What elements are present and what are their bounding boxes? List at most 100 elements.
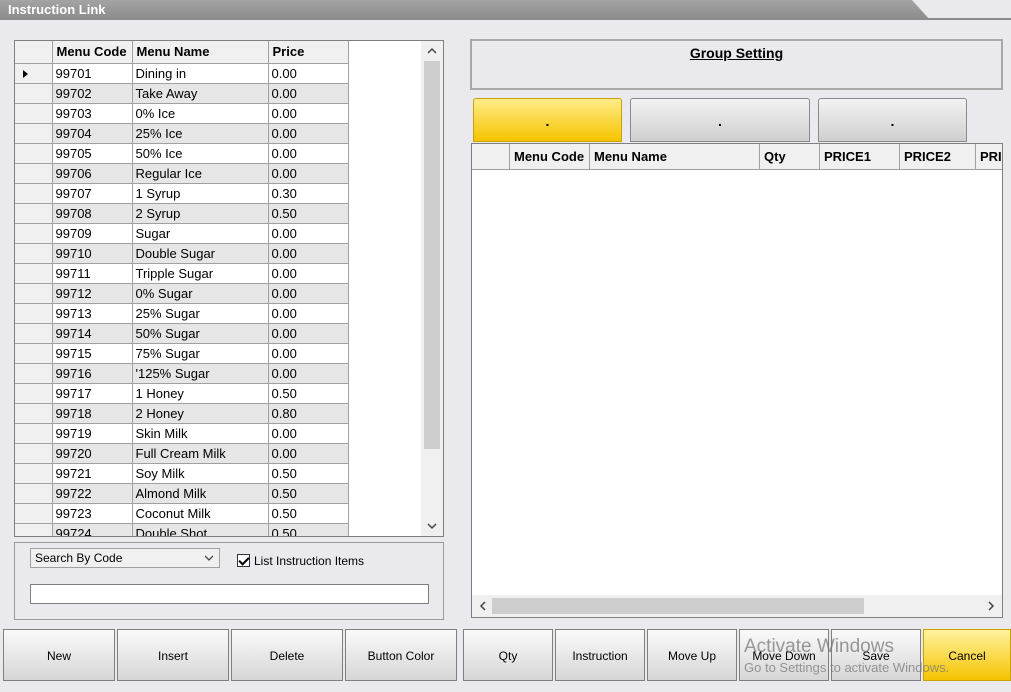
cell-menu-name[interactable]: Soy Milk (132, 463, 269, 484)
chevron-left-icon[interactable] (474, 598, 492, 614)
table-row[interactable]: 99713 25% Sugar 0.00 (15, 303, 349, 324)
row-header[interactable] (15, 103, 53, 124)
table-row[interactable]: 99708 2 Syrup 0.50 (15, 203, 349, 224)
cell-menu-code[interactable]: 99719 (52, 423, 133, 444)
scrollbar-thumb[interactable] (424, 61, 440, 449)
row-header[interactable] (15, 63, 53, 84)
cell-menu-code[interactable]: 99721 (52, 463, 133, 484)
cell-menu-name[interactable]: 0% Sugar (132, 283, 269, 304)
group-col-qty[interactable]: Qty (760, 144, 820, 170)
cell-price[interactable]: 0.50 (268, 203, 349, 224)
cell-menu-code[interactable]: 99703 (52, 103, 133, 124)
group-col-menu-code[interactable]: Menu Code (510, 144, 590, 170)
vertical-scrollbar[interactable] (421, 41, 443, 536)
search-mode-select[interactable]: Search By Code (30, 548, 220, 568)
cell-menu-code[interactable]: 99704 (52, 123, 133, 144)
row-header[interactable] (15, 303, 53, 324)
row-header[interactable] (15, 403, 53, 424)
table-row[interactable]: 99716'125% Sugar 0.00 (15, 363, 349, 384)
chevron-up-icon[interactable] (421, 42, 443, 60)
row-header[interactable] (15, 463, 53, 484)
cell-price[interactable]: 0.50 (268, 463, 349, 484)
cell-price[interactable]: 0.00 (268, 423, 349, 444)
col-header-price[interactable]: Price (268, 41, 349, 64)
search-input[interactable] (30, 584, 429, 604)
cell-menu-name[interactable]: 0% Ice (132, 103, 269, 124)
cell-price[interactable]: 0.00 (268, 83, 349, 104)
table-row[interactable]: 99724 Double Shot 0.50 (15, 523, 349, 536)
cell-menu-code[interactable]: 99722 (52, 483, 133, 504)
cell-menu-code[interactable]: 99710 (52, 243, 133, 264)
cell-menu-name[interactable]: 1 Honey (132, 383, 269, 404)
group-col-price3[interactable]: PRI (976, 144, 1002, 170)
table-row[interactable]: 99723 Coconut Milk 0.50 (15, 503, 349, 524)
delete-button[interactable]: Delete (231, 629, 343, 681)
cell-price[interactable]: 0.50 (268, 503, 349, 524)
cell-menu-name[interactable]: Double Shot (132, 523, 269, 536)
row-header[interactable] (15, 163, 53, 184)
cell-menu-name[interactable]: Double Sugar (132, 243, 269, 264)
table-row[interactable]: 99710 Double Sugar 0.00 (15, 243, 349, 264)
row-header[interactable] (15, 123, 53, 144)
cell-menu-code[interactable]: 99712 (52, 283, 133, 304)
cell-price[interactable]: 0.50 (268, 523, 349, 536)
move-down-button[interactable]: Move Down (739, 629, 829, 681)
button-color-button[interactable]: Button Color (345, 629, 457, 681)
cell-menu-code[interactable]: 99723 (52, 503, 133, 524)
group-tab-2[interactable]: . (630, 98, 810, 142)
row-header[interactable] (15, 183, 53, 204)
row-header[interactable] (15, 143, 53, 164)
table-row[interactable]: 99709 Sugar 0.00 (15, 223, 349, 244)
cell-menu-code[interactable]: 99718 (52, 403, 133, 424)
table-row[interactable]: 99707 1 Syrup 0.30 (15, 183, 349, 204)
cell-menu-name[interactable]: Skin Milk (132, 423, 269, 444)
table-row[interactable]: 99721 Soy Milk 0.50 (15, 463, 349, 484)
cell-menu-name[interactable]: Almond Milk (132, 483, 269, 504)
row-header[interactable] (15, 323, 53, 344)
instruction-grid[interactable]: Menu Code Menu Name Price 99701 Dining in… (14, 40, 444, 537)
cell-menu-code[interactable]: 99708 (52, 203, 133, 224)
table-row[interactable]: 99705 50% Ice 0.00 (15, 143, 349, 164)
cell-menu-name[interactable]: 2 Syrup (132, 203, 269, 224)
cell-price[interactable]: 0.00 (268, 303, 349, 324)
row-header[interactable] (15, 363, 53, 384)
col-header-menu-name[interactable]: Menu Name (132, 41, 269, 64)
table-row[interactable]: 99712 0% Sugar 0.00 (15, 283, 349, 304)
group-tab-3[interactable]: . (818, 98, 967, 142)
list-instruction-checkbox[interactable] (237, 554, 250, 567)
cell-price[interactable]: 0.00 (268, 223, 349, 244)
row-header[interactable] (15, 223, 53, 244)
cell-menu-name[interactable]: 50% Sugar (132, 323, 269, 344)
cell-price[interactable]: 0.50 (268, 483, 349, 504)
cell-price[interactable]: 0.80 (268, 403, 349, 424)
cell-price[interactable]: 0.50 (268, 383, 349, 404)
cell-menu-name[interactable]: Dining in (132, 63, 269, 84)
cell-price[interactable]: 0.00 (268, 323, 349, 344)
table-row[interactable]: 99719 Skin Milk 0.00 (15, 423, 349, 444)
group-col-menu-name[interactable]: Menu Name (590, 144, 760, 170)
cell-menu-code[interactable]: 99724 (52, 523, 133, 536)
cell-menu-code[interactable]: 99709 (52, 223, 133, 244)
move-up-button[interactable]: Move Up (647, 629, 737, 681)
row-header[interactable] (15, 263, 53, 284)
cell-menu-code[interactable]: 99720 (52, 443, 133, 464)
cell-menu-name[interactable]: Full Cream Milk (132, 443, 269, 464)
row-header[interactable] (15, 283, 53, 304)
save-button[interactable]: Save (831, 629, 921, 681)
cell-menu-code[interactable]: 99714 (52, 323, 133, 344)
cell-menu-code[interactable]: 99716 (52, 363, 133, 384)
insert-button[interactable]: Insert (117, 629, 229, 681)
row-header[interactable] (15, 343, 53, 364)
table-row[interactable]: 99722 Almond Milk 0.50 (15, 483, 349, 504)
col-header-menu-code[interactable]: Menu Code (52, 41, 133, 64)
row-header[interactable] (15, 443, 53, 464)
cell-price[interactable]: 0.00 (268, 283, 349, 304)
horizontal-scrollbar[interactable] (472, 595, 1002, 617)
cancel-button[interactable]: Cancel (923, 629, 1011, 681)
cell-menu-name[interactable]: 25% Sugar (132, 303, 269, 324)
cell-menu-name[interactable]: Tripple Sugar (132, 263, 269, 284)
cell-menu-name[interactable]: 50% Ice (132, 143, 269, 164)
cell-menu-code[interactable]: 99715 (52, 343, 133, 364)
cell-price[interactable]: 0.00 (268, 123, 349, 144)
row-header[interactable] (15, 483, 53, 504)
